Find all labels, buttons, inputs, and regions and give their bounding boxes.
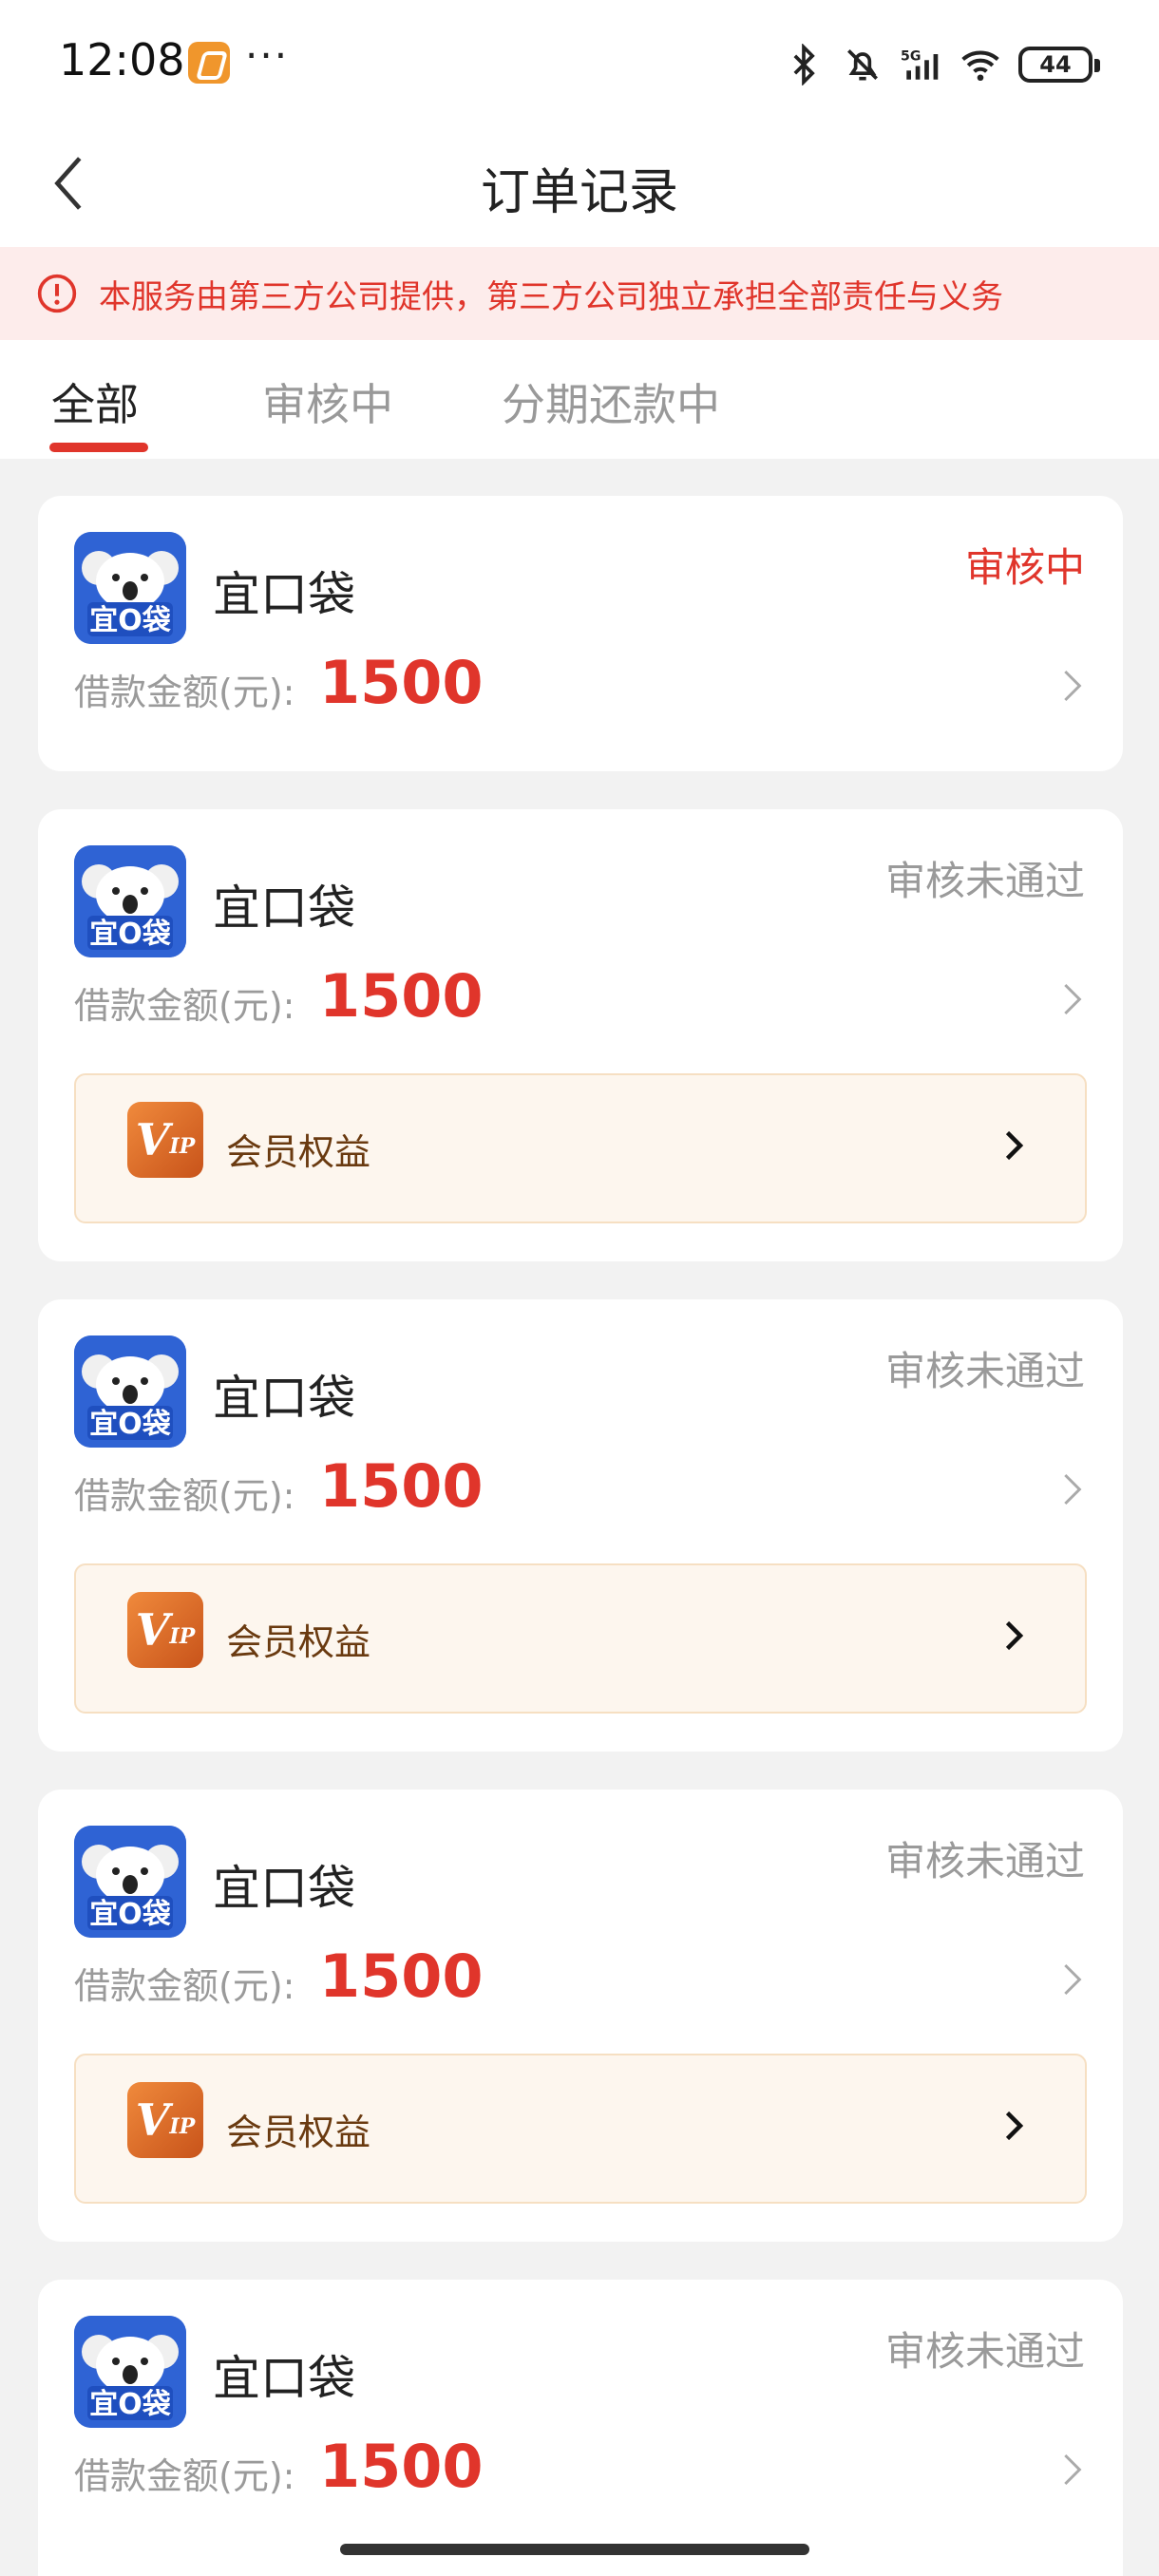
signal-5g-icon: 5G bbox=[901, 48, 939, 80]
mute-bell-icon bbox=[847, 49, 878, 81]
order-card[interactable]: 宜O袋 宜口袋 审核未通过 借款金额(元): 1500 V IP 会员权益 bbox=[38, 1299, 1123, 1752]
chevron-right-icon[interactable] bbox=[1053, 665, 1091, 707]
vip-benefits-label: 会员权益 bbox=[226, 2112, 371, 2153]
app-logo-icon: 宜O袋 bbox=[74, 1826, 186, 1938]
logo-text: 宜O袋 bbox=[89, 2388, 171, 2421]
logo-text: 宜O袋 bbox=[89, 604, 171, 637]
third-party-notice: 本服务由第三方公司提供，第三方公司独立承担全部责任与义务 bbox=[0, 247, 1159, 340]
vip-badge-big: V bbox=[135, 2094, 170, 2146]
status-badge: 审核未通过 bbox=[884, 858, 1085, 904]
vip-badge-small: IP bbox=[169, 1134, 196, 1159]
amount-label: 借款金额(元): bbox=[74, 2455, 295, 2497]
battery-icon: 44 bbox=[1018, 47, 1100, 83]
vip-icon: V IP bbox=[127, 1102, 203, 1178]
nav-bar: 订单记录 bbox=[0, 123, 1159, 247]
chevron-right-icon[interactable] bbox=[1053, 2449, 1091, 2491]
amount-label: 借款金额(元): bbox=[74, 1475, 295, 1517]
status-badge: 审核中 bbox=[964, 544, 1085, 591]
amount-label: 借款金额(元): bbox=[74, 985, 295, 1027]
order-card[interactable]: 宜O袋 宜口袋 审核未通过 借款金额(元): 1500 V IP 会员权益 bbox=[38, 809, 1123, 1261]
chevron-right-icon[interactable] bbox=[1053, 978, 1091, 1020]
loan-amount: 1500 bbox=[319, 648, 484, 717]
app-logo-icon: 宜O袋 bbox=[74, 2316, 186, 2428]
vip-badge-small: IP bbox=[169, 2114, 196, 2139]
alert-circle-icon bbox=[37, 274, 77, 313]
status-badge: 审核未通过 bbox=[884, 1838, 1085, 1885]
vip-badge-big: V bbox=[135, 1604, 170, 1656]
chevron-right-icon[interactable] bbox=[998, 1125, 1032, 1166]
chevron-right-icon[interactable] bbox=[998, 1615, 1032, 1657]
app-notification-icon bbox=[188, 42, 230, 84]
chevron-right-icon[interactable] bbox=[998, 2105, 1032, 2147]
product-name: 宜口袋 bbox=[213, 567, 355, 622]
loan-amount: 1500 bbox=[319, 1451, 484, 1521]
wifi-icon bbox=[961, 50, 999, 82]
order-tabs: 全部 审核中 分期还款中 bbox=[0, 340, 1159, 459]
order-card[interactable]: 宜O袋 宜口袋 审核未通过 借款金额(元): 1500 bbox=[38, 2280, 1123, 2576]
vip-badge-big: V bbox=[135, 1114, 170, 1165]
page-title: 订单记录 bbox=[480, 164, 678, 221]
app-logo-icon: 宜O袋 bbox=[74, 532, 186, 644]
notice-text: 本服务由第三方公司提供，第三方公司独立承担全部责任与义务 bbox=[99, 277, 1003, 316]
app-logo-icon: 宜O袋 bbox=[74, 845, 186, 957]
amount-label: 借款金额(元): bbox=[74, 1965, 295, 2007]
status-icons: 5G 44 bbox=[783, 38, 1100, 91]
loan-amount: 1500 bbox=[319, 2432, 484, 2501]
status-bar: 12:08 ··· 5G 44 bbox=[0, 0, 1159, 123]
home-indicator[interactable] bbox=[340, 2544, 809, 2555]
chevron-right-icon[interactable] bbox=[1053, 1468, 1091, 1510]
status-badge: 审核未通过 bbox=[884, 1348, 1085, 1394]
vip-benefits-row[interactable]: V IP 会员权益 bbox=[74, 1563, 1087, 1714]
tab-installment[interactable]: 分期还款中 bbox=[502, 370, 720, 433]
logo-text: 宜O袋 bbox=[89, 918, 171, 951]
vip-benefits-row[interactable]: V IP 会员权益 bbox=[74, 2054, 1087, 2204]
tab-all[interactable]: 全部 bbox=[51, 370, 139, 433]
product-name: 宜口袋 bbox=[213, 1861, 355, 1916]
svg-text:5G: 5G bbox=[901, 48, 921, 64]
amount-label: 借款金额(元): bbox=[74, 672, 295, 713]
order-card[interactable]: 宜O袋 宜口袋 审核未通过 借款金额(元): 1500 V IP 会员权益 bbox=[38, 1790, 1123, 2242]
loan-amount: 1500 bbox=[319, 961, 484, 1031]
logo-text: 宜O袋 bbox=[89, 1898, 171, 1931]
more-notifications-icon: ··· bbox=[245, 32, 290, 79]
product-name: 宜口袋 bbox=[213, 881, 355, 936]
app-logo-icon: 宜O袋 bbox=[74, 1335, 186, 1448]
vip-benefits-label: 会员权益 bbox=[226, 1131, 371, 1173]
status-time: 12:08 bbox=[59, 34, 185, 85]
tab-reviewing[interactable]: 审核中 bbox=[262, 370, 393, 433]
vip-icon: V IP bbox=[127, 1592, 203, 1668]
vip-badge-small: IP bbox=[169, 1624, 196, 1649]
chevron-right-icon[interactable] bbox=[1053, 1959, 1091, 2000]
logo-text: 宜O袋 bbox=[89, 1408, 171, 1441]
vip-benefits-label: 会员权益 bbox=[226, 1621, 371, 1663]
order-card[interactable]: 宜O袋 宜口袋 审核中 借款金额(元): 1500 bbox=[38, 496, 1123, 771]
vip-benefits-row[interactable]: V IP 会员权益 bbox=[74, 1073, 1087, 1223]
product-name: 宜口袋 bbox=[213, 2351, 355, 2406]
active-tab-indicator bbox=[49, 443, 148, 452]
status-badge: 审核未通过 bbox=[884, 2328, 1085, 2375]
vip-icon: V IP bbox=[127, 2082, 203, 2158]
loan-amount: 1500 bbox=[319, 1941, 484, 2011]
product-name: 宜口袋 bbox=[213, 1371, 355, 1426]
bluetooth-icon bbox=[793, 44, 815, 85]
